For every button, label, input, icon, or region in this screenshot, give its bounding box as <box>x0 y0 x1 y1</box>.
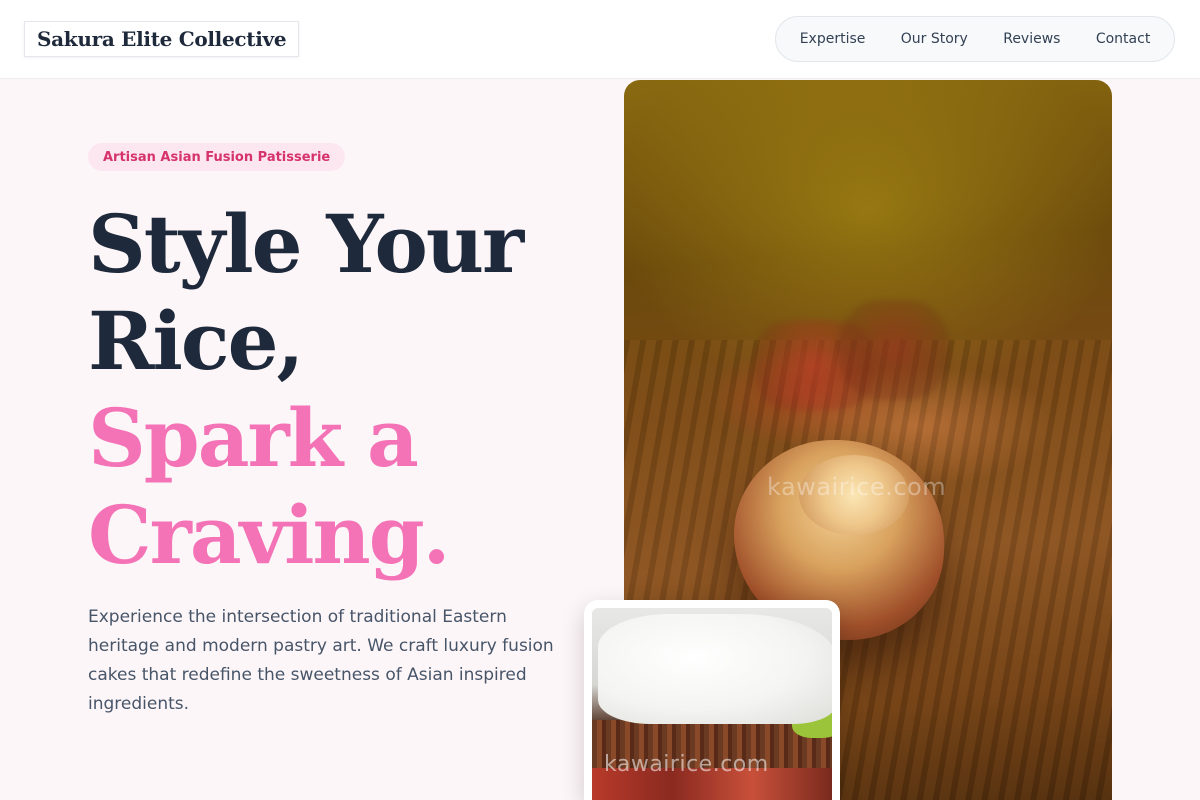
nav-link-contact[interactable]: Contact <box>1092 25 1154 53</box>
headline-line-2: Rice, <box>88 294 304 388</box>
headline-line-3: Spark a <box>88 391 419 485</box>
site-header: Sakura Elite Collective Expertise Our St… <box>0 0 1200 79</box>
nav-link-expertise[interactable]: Expertise <box>796 25 870 53</box>
nav-link-reviews[interactable]: Reviews <box>999 25 1064 53</box>
cream-topping <box>598 614 832 724</box>
image-watermark: kawairice.com <box>767 473 947 501</box>
headline-line-4: Craving. <box>88 488 450 582</box>
hero-thumbnail-image: kawairice.com <box>592 608 832 800</box>
headline-line-1: Style Your <box>88 197 524 291</box>
hero-thumbnail-card: kawairice.com <box>584 600 840 800</box>
nav-link-our-story[interactable]: Our Story <box>897 25 972 53</box>
hero-headline: Style Your Rice, Spark a Craving. <box>88 196 524 584</box>
main-nav: Expertise Our Story Reviews Contact <box>775 16 1175 62</box>
blurred-pastry-back-2 <box>834 300 954 400</box>
brand-logo[interactable]: Sakura Elite Collective <box>24 21 300 57</box>
hero-description: Experience the intersection of tradition… <box>88 607 554 714</box>
thumbnail-watermark: kawairice.com <box>604 752 769 777</box>
hero-badge: Artisan Asian Fusion Patisserie <box>88 143 346 171</box>
